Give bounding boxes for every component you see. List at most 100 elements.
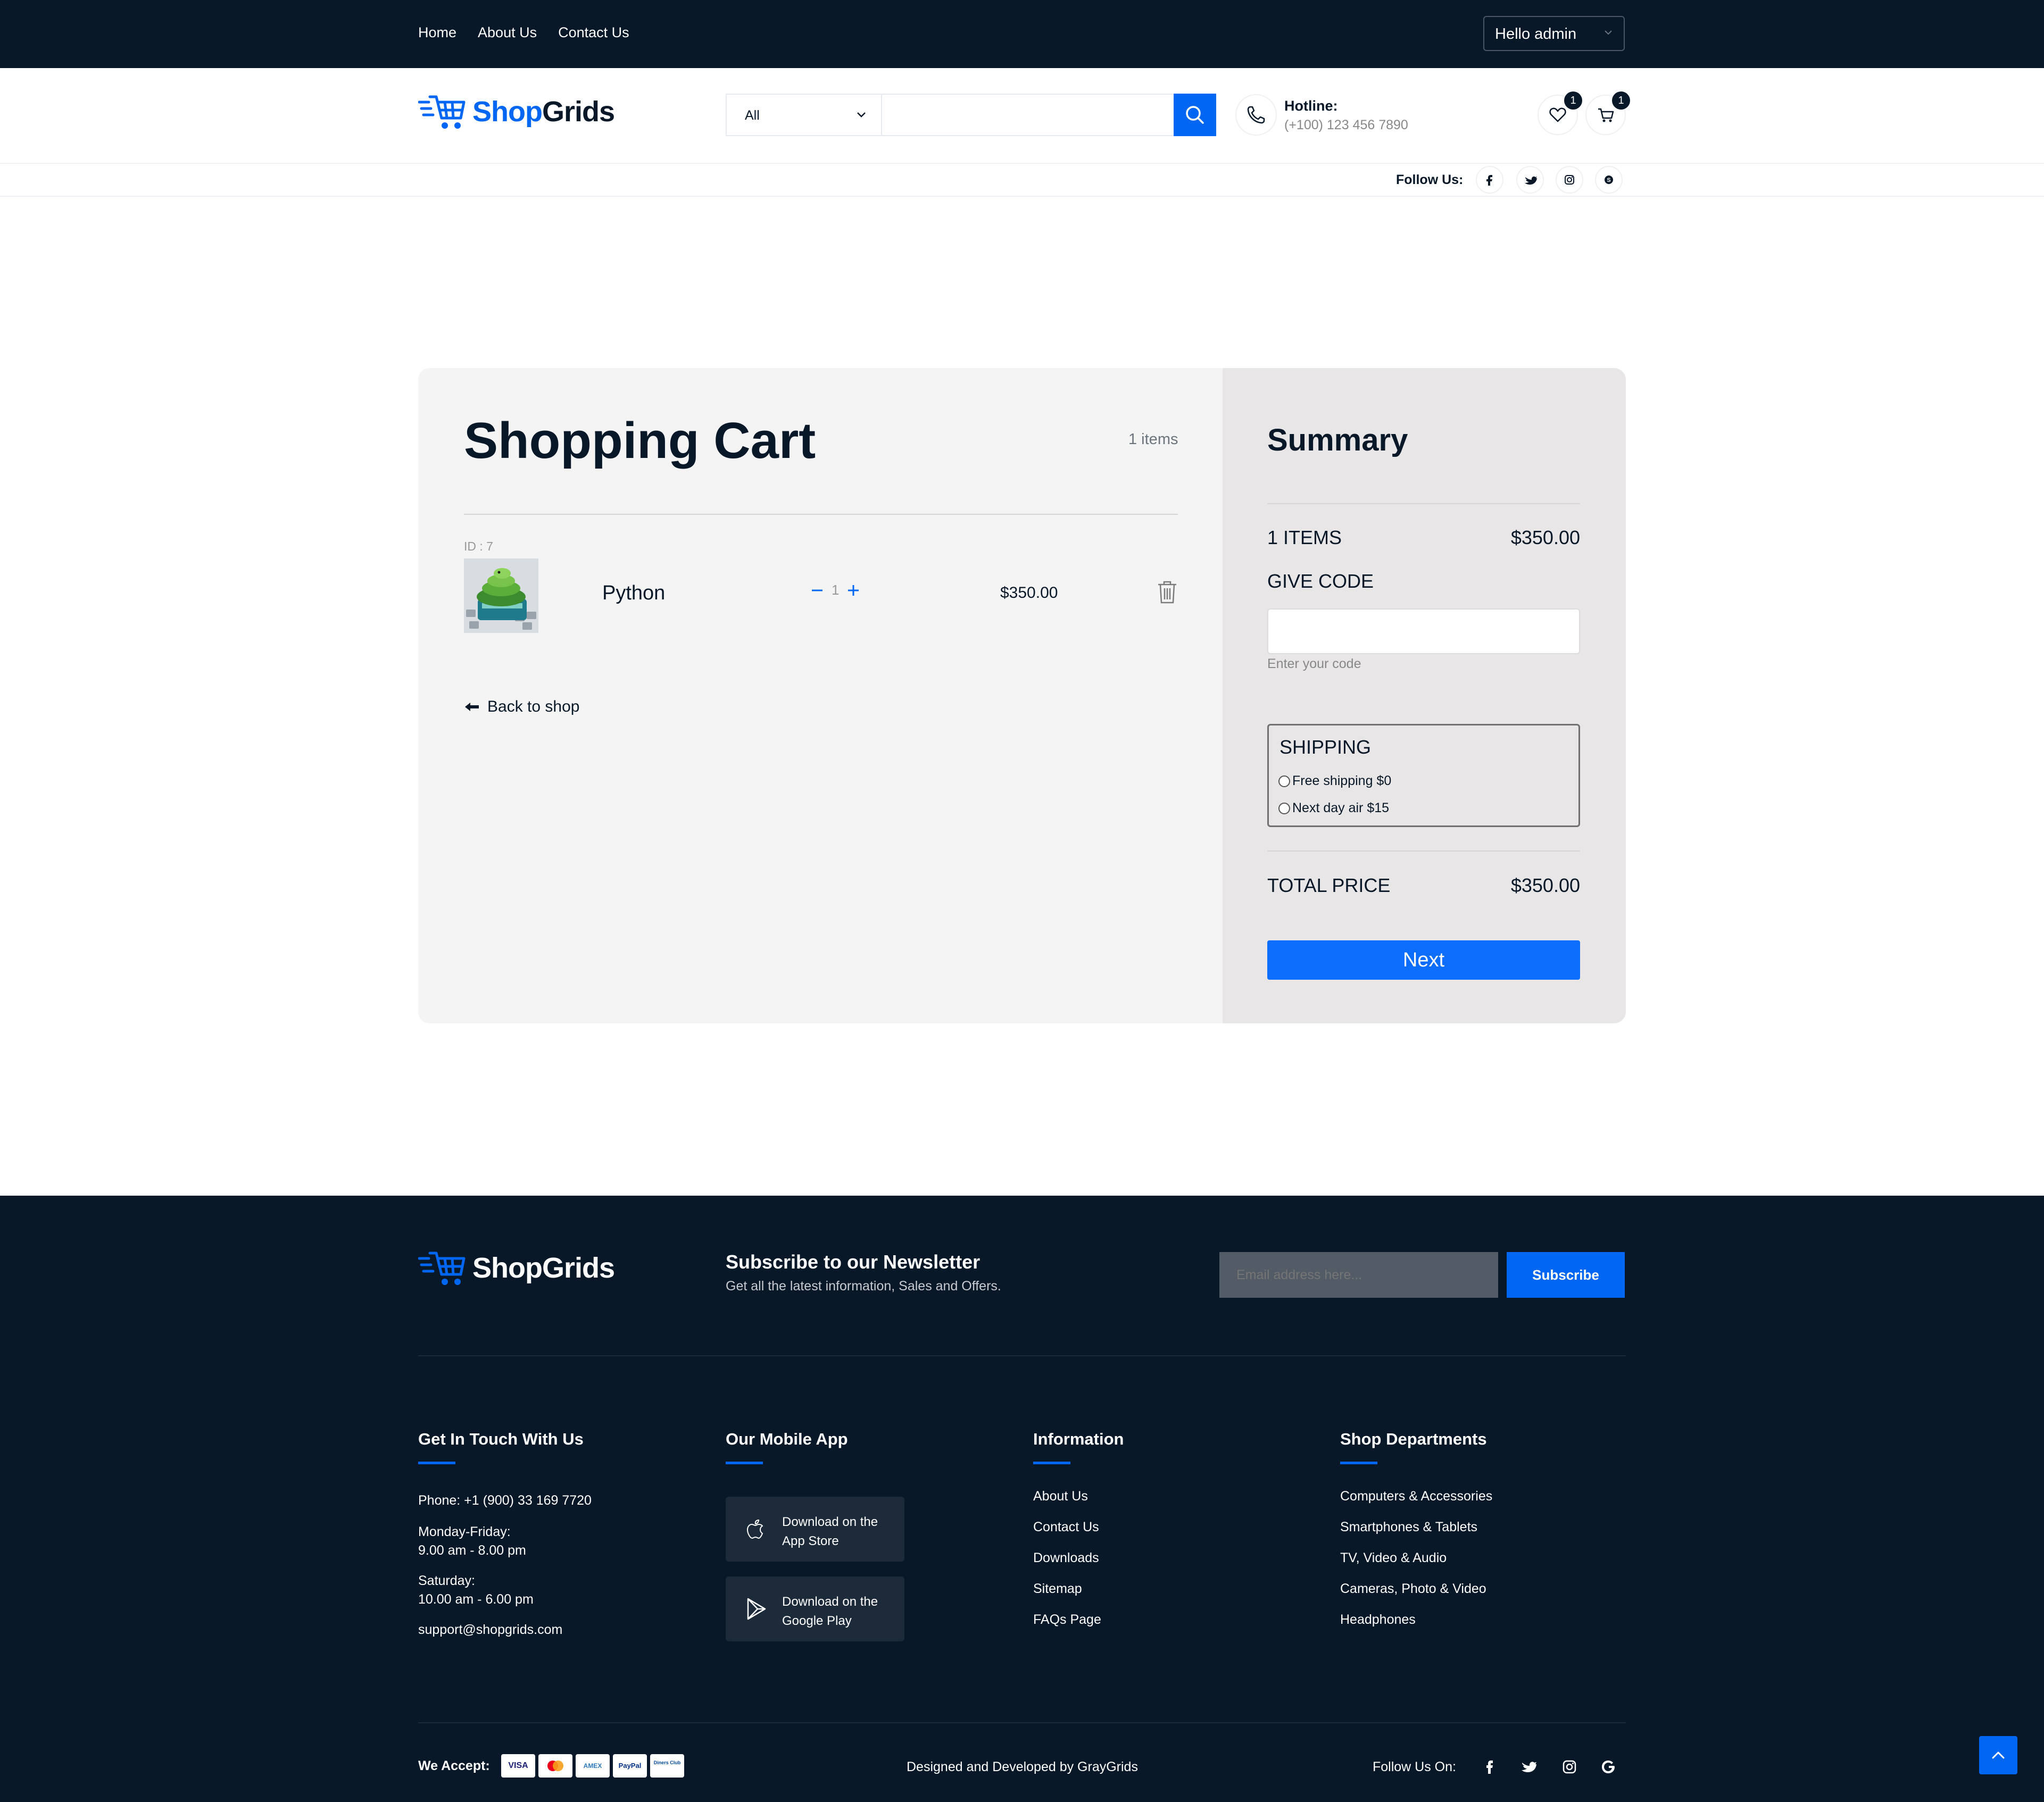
- info-link-about[interactable]: About Us: [1033, 1489, 1124, 1504]
- promo-code-input[interactable]: [1267, 608, 1580, 654]
- department-links: Computers & Accessories Smartphones & Ta…: [1340, 1489, 1492, 1628]
- weekday-label: Monday-Friday:: [418, 1524, 511, 1539]
- twitter-link[interactable]: [1516, 166, 1544, 194]
- heading-underline: [418, 1462, 455, 1464]
- search-input[interactable]: [884, 97, 1168, 134]
- chevron-down-icon: [857, 112, 866, 118]
- cart-logo-icon: [418, 1252, 466, 1285]
- svg-text:S: S: [1607, 177, 1610, 183]
- plus-icon[interactable]: [846, 583, 861, 598]
- shipping-label: SHIPPING: [1279, 736, 1372, 758]
- item-id: ID : 7: [464, 539, 493, 553]
- phone-icon: [1247, 106, 1265, 124]
- footer-follow-label: Follow Us On:: [1373, 1759, 1456, 1774]
- departments-column: Shop Departments Computers & Accessories…: [1340, 1430, 1492, 1643]
- instagram-icon[interactable]: [1559, 1756, 1580, 1778]
- cart-count-badge: 1: [1612, 91, 1630, 110]
- google-icon[interactable]: [1598, 1756, 1619, 1778]
- search-button[interactable]: [1174, 94, 1216, 136]
- contact-column: Get In Touch With Us Phone: +1 (900) 33 …: [418, 1430, 592, 1638]
- summary-panel: Summary 1 ITEMS $350.00 GIVE CODE Enter …: [1223, 368, 1626, 1023]
- account-label: Hello admin: [1495, 26, 1577, 43]
- newsletter-email-input[interactable]: [1219, 1252, 1498, 1298]
- code-label: GIVE CODE: [1267, 570, 1374, 592]
- google-play-line2: Google Play: [782, 1614, 852, 1628]
- info-link-faqs[interactable]: FAQs Page: [1033, 1612, 1124, 1628]
- back-to-shop-link[interactable]: Back to shop: [464, 698, 579, 716]
- radio-button[interactable]: [1278, 775, 1290, 787]
- shipping-option-label: Next day air $15: [1292, 800, 1390, 815]
- footer-logo[interactable]: ShopGrids: [418, 1249, 615, 1287]
- search-bar: All: [726, 94, 1216, 136]
- app-store-text: Download on the App Store: [782, 1513, 878, 1551]
- paypal-card-icon: PayPal: [613, 1754, 647, 1778]
- top-bar: Home About Us Contact Us Hello admin: [0, 0, 2044, 68]
- logo-grids-text: Grids: [542, 96, 615, 128]
- saturday-hours: 10.00 am - 6.00 pm: [418, 1592, 534, 1607]
- product-image: [464, 558, 538, 633]
- info-link-downloads[interactable]: Downloads: [1033, 1550, 1124, 1566]
- app-store-button[interactable]: Download on the App Store: [726, 1497, 904, 1562]
- information-column: Information About Us Contact Us Download…: [1033, 1430, 1124, 1643]
- nav-contact-link[interactable]: Contact Us: [558, 24, 629, 41]
- skype-link[interactable]: S: [1595, 166, 1623, 194]
- code-hint: Enter your code: [1267, 656, 1361, 671]
- shipping-option-nextday[interactable]: Next day air $15: [1278, 800, 1389, 816]
- quantity-stepper: 1: [810, 581, 863, 602]
- minus-icon[interactable]: [810, 583, 825, 598]
- info-link-sitemap[interactable]: Sitemap: [1033, 1581, 1124, 1597]
- item-name: Python: [602, 582, 666, 604]
- hotline-number: (+100) 123 456 7890: [1284, 118, 1408, 132]
- divider: [418, 1355, 1626, 1356]
- total-value: $350.00: [1510, 874, 1580, 896]
- heading-underline: [1340, 1462, 1377, 1464]
- newsletter-title: Subscribe to our Newsletter: [726, 1251, 981, 1273]
- back-to-shop-label: Back to shop: [487, 698, 580, 715]
- google-play-button[interactable]: Download on the Google Play: [726, 1576, 904, 1641]
- contact-email[interactable]: support@shopgrids.com: [418, 1622, 592, 1638]
- dept-link-computers[interactable]: Computers & Accessories: [1340, 1489, 1492, 1504]
- app-store-line2: App Store: [782, 1534, 839, 1548]
- shipping-option-label: Free shipping $0: [1292, 773, 1392, 788]
- shipping-option-free[interactable]: Free shipping $0: [1278, 773, 1391, 789]
- summary-items-label: 1 ITEMS: [1267, 527, 1342, 548]
- header: ShopGrids All Hotline: (+100) 123 456 78…: [0, 68, 2044, 164]
- nav-home-link[interactable]: Home: [418, 24, 456, 41]
- python-snake-image: [464, 558, 538, 633]
- cart-card: Shopping Cart 1 items ID : 7 Python 1 $3…: [418, 368, 1626, 1023]
- app-store-line1: Download on the: [782, 1515, 878, 1529]
- facebook-link[interactable]: [1476, 166, 1503, 194]
- divider: [464, 514, 1178, 515]
- instagram-link[interactable]: [1556, 166, 1583, 194]
- summary-items-row: 1 ITEMS $350.00: [1267, 527, 1580, 549]
- site-logo[interactable]: ShopGrids: [418, 93, 615, 131]
- arrow-left-icon: [465, 703, 479, 711]
- nav-about-link[interactable]: About Us: [478, 24, 537, 41]
- radio-button[interactable]: [1278, 802, 1290, 814]
- instagram-icon: [1565, 175, 1574, 185]
- dept-link-headphones[interactable]: Headphones: [1340, 1612, 1492, 1628]
- dept-link-smartphones[interactable]: Smartphones & Tablets: [1340, 1520, 1492, 1535]
- trash-icon[interactable]: [1157, 580, 1178, 604]
- follow-bar: Follow Us: S: [0, 164, 2044, 197]
- dept-link-cameras[interactable]: Cameras, Photo & Video: [1340, 1581, 1492, 1597]
- next-button[interactable]: Next: [1267, 940, 1580, 980]
- apple-icon: [746, 1519, 763, 1539]
- account-dropdown[interactable]: Hello admin: [1483, 16, 1625, 51]
- category-select[interactable]: All: [727, 95, 882, 135]
- play-icon: [747, 1598, 766, 1620]
- quantity-value: 1: [832, 582, 840, 598]
- info-link-contact[interactable]: Contact Us: [1033, 1520, 1124, 1535]
- weekday-hours: 9.00 am - 8.00 pm: [418, 1543, 526, 1558]
- twitter-icon: [1525, 176, 1537, 185]
- cart-item-count: 1 items: [1128, 431, 1178, 448]
- divider: [418, 1722, 1626, 1723]
- google-play-line1: Download on the: [782, 1595, 878, 1609]
- twitter-icon[interactable]: [1518, 1756, 1540, 1778]
- footer: ShopGrids Subscribe to our Newsletter Ge…: [0, 1196, 2044, 1802]
- subscribe-button[interactable]: Subscribe: [1507, 1252, 1625, 1298]
- facebook-icon[interactable]: [1479, 1756, 1500, 1778]
- dept-link-tv[interactable]: TV, Video & Audio: [1340, 1550, 1492, 1566]
- scroll-to-top-button[interactable]: [1979, 1736, 2017, 1774]
- saturday-label: Saturday:: [418, 1573, 476, 1588]
